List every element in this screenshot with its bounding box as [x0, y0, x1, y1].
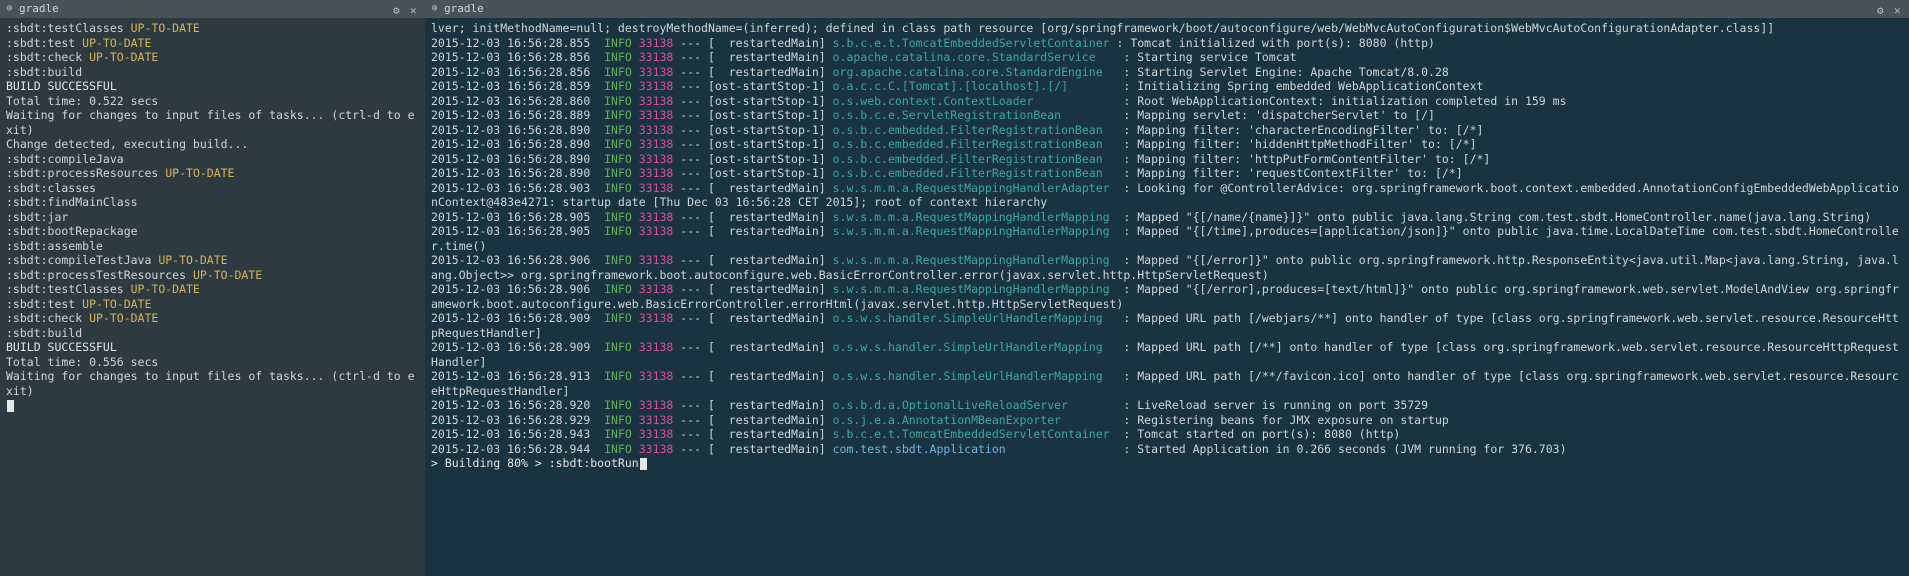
right-console[interactable]: lver; initMethodName=null; destroyMethod…	[425, 18, 1909, 576]
console-line: :sbdt:build	[6, 65, 419, 80]
console-line	[6, 398, 419, 413]
console-line: :sbdt:findMainClass	[6, 195, 419, 210]
log-line: 2015-12-03 16:56:28.906 INFO 33138 --- […	[431, 282, 1903, 311]
console-line: :sbdt:bootRepackage	[6, 224, 419, 239]
console-line: :sbdt:assemble	[6, 239, 419, 254]
x-icon[interactable]: ✕	[1894, 4, 1905, 15]
log-line: 2015-12-03 16:56:28.929 INFO 33138 --- […	[431, 413, 1903, 428]
console-line: Waiting for changes to input files of ta…	[6, 369, 419, 398]
console-line: Waiting for changes to input files of ta…	[6, 108, 419, 137]
build-status-line: > Building 80% > :sbdt:bootRun	[431, 456, 1903, 471]
log-line: 2015-12-03 16:56:28.913 INFO 33138 --- […	[431, 369, 1903, 398]
console-line: Total time: 0.556 secs	[6, 355, 419, 370]
log-line: 2015-12-03 16:56:28.890 INFO 33138 --- […	[431, 123, 1903, 138]
console-line: :sbdt:compileTestJava UP-TO-DATE	[6, 253, 419, 268]
console-line: :sbdt:build	[6, 326, 419, 341]
console-line: lver; initMethodName=null; destroyMethod…	[431, 21, 1903, 36]
left-console[interactable]: :sbdt:testClasses UP-TO-DATE:sbdt:test U…	[0, 18, 425, 576]
log-line: 2015-12-03 16:56:28.943 INFO 33138 --- […	[431, 427, 1903, 442]
console-line: :sbdt:test UP-TO-DATE	[6, 36, 419, 51]
log-line: 2015-12-03 16:56:28.920 INFO 33138 --- […	[431, 398, 1903, 413]
log-line: 2015-12-03 16:56:28.944 INFO 33138 --- […	[431, 442, 1903, 457]
right-titlebar[interactable]: ⊗ gradle ⚙ ✕	[425, 0, 1909, 18]
console-line: :sbdt:test UP-TO-DATE	[6, 297, 419, 312]
left-title: gradle	[19, 2, 393, 17]
console-line: :sbdt:classes	[6, 181, 419, 196]
log-line: 2015-12-03 16:56:28.906 INFO 33138 --- […	[431, 253, 1903, 282]
left-titlebar[interactable]: ⊗ gradle ⚙ ✕	[0, 0, 425, 18]
gear-icon[interactable]: ⚙	[393, 4, 404, 15]
console-line: BUILD SUCCESSFUL	[6, 79, 419, 94]
log-line: 2015-12-03 16:56:28.856 INFO 33138 --- […	[431, 65, 1903, 80]
log-line: 2015-12-03 16:56:28.859 INFO 33138 --- […	[431, 79, 1903, 94]
console-line: :sbdt:compileJava	[6, 152, 419, 167]
console-line: :sbdt:processResources UP-TO-DATE	[6, 166, 419, 181]
log-line: 2015-12-03 16:56:28.856 INFO 33138 --- […	[431, 50, 1903, 65]
console-line: :sbdt:processTestResources UP-TO-DATE	[6, 268, 419, 283]
right-terminal-panel: ⊗ gradle ⚙ ✕ lver; initMethodName=null; …	[425, 0, 1909, 576]
console-line: :sbdt:jar	[6, 210, 419, 225]
log-line: 2015-12-03 16:56:28.909 INFO 33138 --- […	[431, 340, 1903, 369]
console-line: :sbdt:check UP-TO-DATE	[6, 311, 419, 326]
console-line: Change detected, executing build...	[6, 137, 419, 152]
gear-icon[interactable]: ⚙	[1877, 4, 1888, 15]
log-line: 2015-12-03 16:56:28.909 INFO 33138 --- […	[431, 311, 1903, 340]
right-title: gradle	[444, 2, 1877, 17]
log-line: 2015-12-03 16:56:28.890 INFO 33138 --- […	[431, 152, 1903, 167]
log-line: 2015-12-03 16:56:28.903 INFO 33138 --- […	[431, 181, 1903, 210]
log-line: 2015-12-03 16:56:28.889 INFO 33138 --- […	[431, 108, 1903, 123]
console-line: :sbdt:check UP-TO-DATE	[6, 50, 419, 65]
log-line: 2015-12-03 16:56:28.905 INFO 33138 --- […	[431, 210, 1903, 225]
close-icon[interactable]: ⊗	[4, 4, 15, 15]
left-terminal-panel: ⊗ gradle ⚙ ✕ :sbdt:testClasses UP-TO-DAT…	[0, 0, 425, 576]
log-line: 2015-12-03 16:56:28.890 INFO 33138 --- […	[431, 137, 1903, 152]
console-line: :sbdt:testClasses UP-TO-DATE	[6, 21, 419, 36]
log-line: 2015-12-03 16:56:28.860 INFO 33138 --- […	[431, 94, 1903, 109]
cursor	[640, 458, 647, 470]
log-line: 2015-12-03 16:56:28.905 INFO 33138 --- […	[431, 224, 1903, 253]
cursor	[7, 400, 14, 412]
console-line: Total time: 0.522 secs	[6, 94, 419, 109]
log-line: 2015-12-03 16:56:28.855 INFO 33138 --- […	[431, 36, 1903, 51]
x-icon[interactable]: ✕	[410, 4, 421, 15]
log-line: 2015-12-03 16:56:28.890 INFO 33138 --- […	[431, 166, 1903, 181]
console-line: :sbdt:testClasses UP-TO-DATE	[6, 282, 419, 297]
close-icon[interactable]: ⊗	[429, 4, 440, 15]
console-line: BUILD SUCCESSFUL	[6, 340, 419, 355]
